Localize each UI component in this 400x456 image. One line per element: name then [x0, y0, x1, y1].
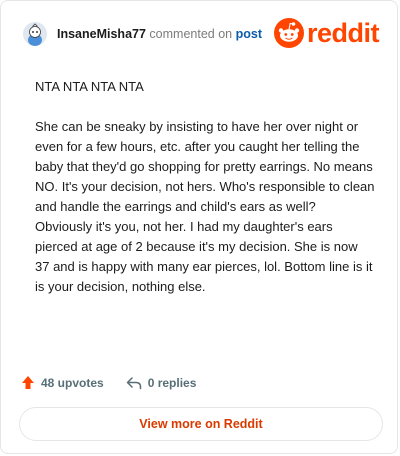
- reply-arrow-icon: [126, 376, 141, 389]
- comment-actions: 48 upvotes 0 replies: [21, 375, 218, 390]
- byline: InsaneMisha77 commented on post: [57, 27, 262, 41]
- upvote-arrow-icon: [22, 376, 34, 389]
- reddit-logo[interactable]: reddit: [273, 17, 380, 48]
- action-text: commented on: [149, 27, 233, 41]
- reddit-snoo-icon: [273, 18, 304, 48]
- replies-button[interactable]: 0 replies: [126, 375, 197, 390]
- username-link[interactable]: InsaneMisha77: [57, 27, 146, 41]
- comment-paragraph: NTA NTA NTA NTA: [35, 79, 144, 94]
- comment-embed-card: InsaneMisha77 commented on post reddit N…: [0, 0, 398, 454]
- comment-paragraph: She can be sneaky by insisting to have h…: [35, 119, 375, 294]
- reply-count: 0 replies: [147, 375, 197, 390]
- upvote-button[interactable]: 48 upvotes: [21, 375, 104, 390]
- view-more-button[interactable]: View more on Reddit: [19, 407, 383, 441]
- upvote-count: 48 upvotes: [41, 375, 104, 390]
- post-link[interactable]: post: [236, 27, 262, 41]
- comment-body: NTA NTA NTA NTA She can be sneaky by ins…: [35, 77, 375, 317]
- snoo-avatar-icon[interactable]: [23, 22, 47, 46]
- reddit-wordmark: reddit: [306, 17, 380, 48]
- comment-header: InsaneMisha77 commented on post: [23, 21, 262, 47]
